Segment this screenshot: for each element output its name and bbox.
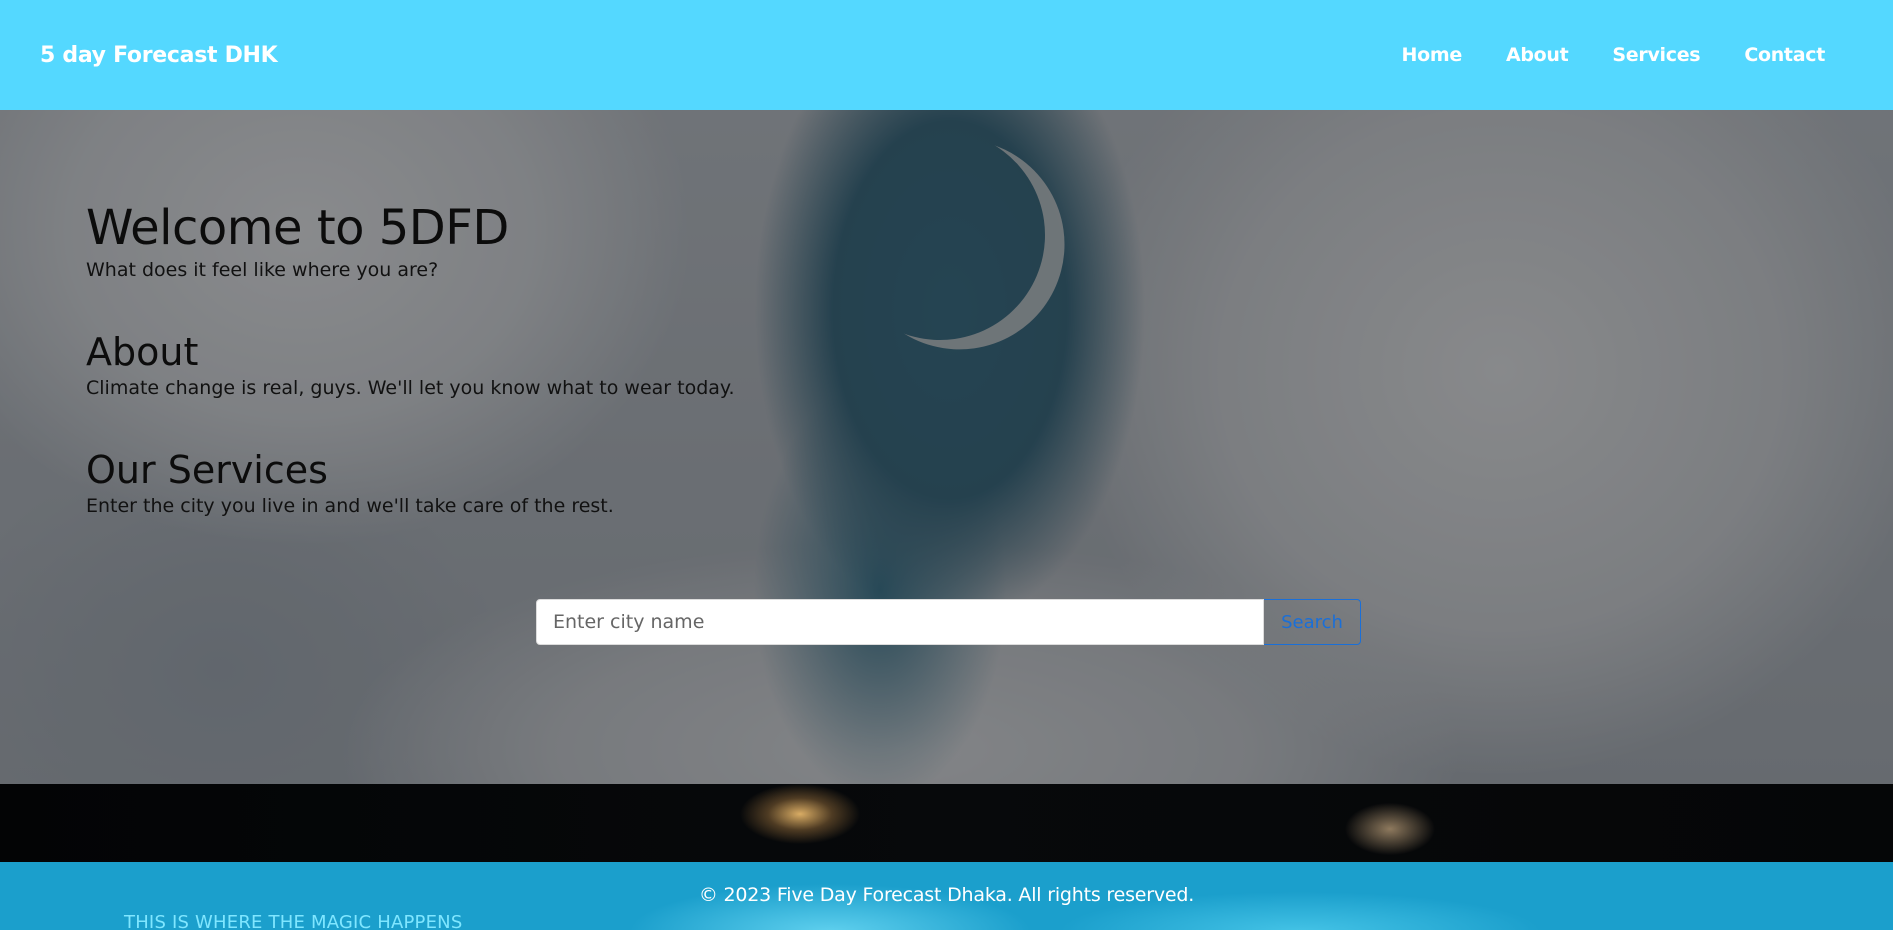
brand-title[interactable]: 5 day Forecast DHK bbox=[40, 43, 278, 68]
about-heading: About bbox=[86, 330, 199, 374]
about-section: About Climate change is real, guys. We'l… bbox=[86, 330, 735, 400]
footer-tagline: THIS IS WHERE THE MAGIC HAPPENS bbox=[124, 912, 463, 930]
nav-link-contact[interactable]: Contact bbox=[1744, 44, 1825, 66]
about-text: Climate change is real, guys. We'll let … bbox=[86, 377, 735, 399]
services-heading: Our Services bbox=[86, 448, 328, 492]
nav-link-about[interactable]: About bbox=[1506, 44, 1569, 66]
nav-link-services[interactable]: Services bbox=[1612, 44, 1700, 66]
main-nav: Home About Services Contact bbox=[1357, 44, 1825, 66]
city-search-input[interactable] bbox=[536, 599, 1264, 645]
copyright-text: © 2023 Five Day Forecast Dhaka. All righ… bbox=[698, 884, 1195, 906]
nav-link-home[interactable]: Home bbox=[1401, 44, 1462, 66]
search-button[interactable]: Search bbox=[1264, 599, 1361, 645]
navbar: 5 day Forecast DHK Home About Services C… bbox=[0, 0, 1893, 110]
hero-section: Welcome to 5DFD What does it feel like w… bbox=[0, 110, 1893, 784]
hero-content: Welcome to 5DFD What does it feel like w… bbox=[86, 200, 735, 566]
sky-image-strip bbox=[0, 784, 1893, 862]
footer: © 2023 Five Day Forecast Dhaka. All righ… bbox=[0, 862, 1893, 930]
services-text: Enter the city you live in and we'll tak… bbox=[86, 495, 614, 517]
services-section: Our Services Enter the city you live in … bbox=[86, 448, 735, 518]
welcome-text: What does it feel like where you are? bbox=[86, 259, 439, 281]
welcome-heading: Welcome to 5DFD bbox=[86, 200, 509, 256]
city-search-form: Search bbox=[536, 599, 1361, 645]
welcome-section: Welcome to 5DFD What does it feel like w… bbox=[86, 200, 735, 282]
